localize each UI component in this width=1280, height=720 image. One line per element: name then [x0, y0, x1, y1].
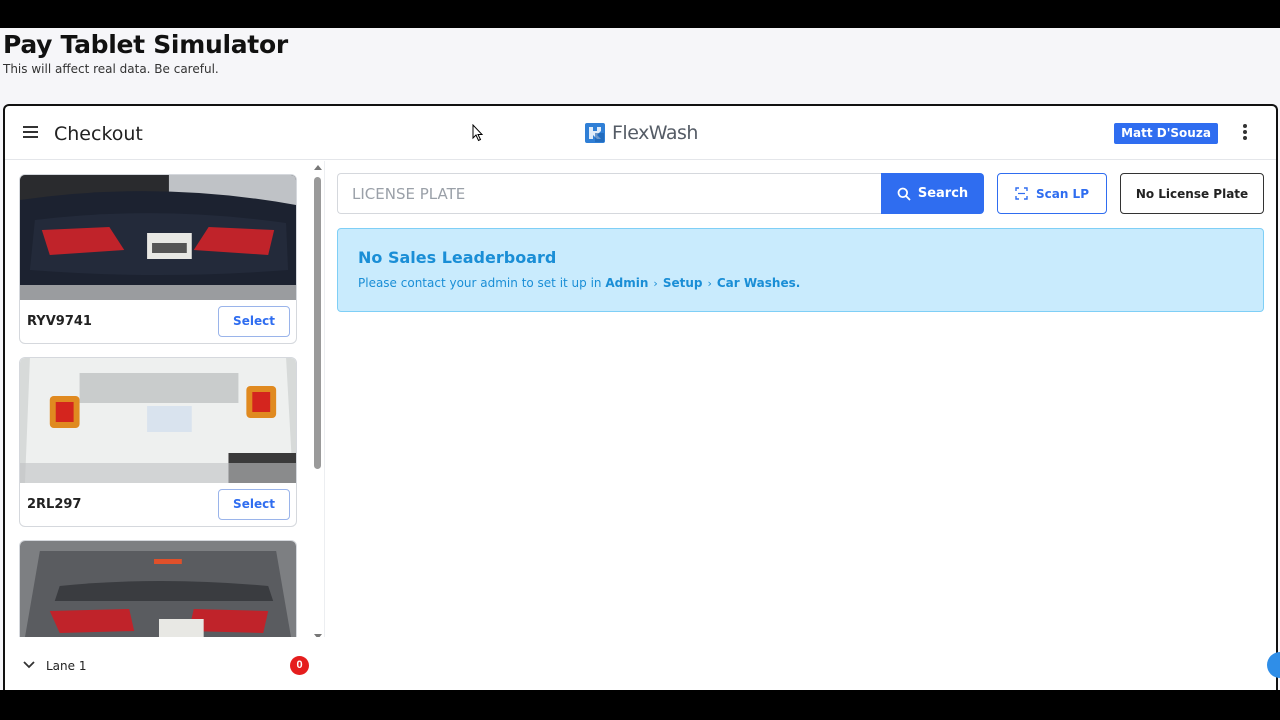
page-subtitle: This will affect real data. Be careful.	[3, 62, 219, 76]
main-panel: Search Scan LP No License Plate No Sales…	[325, 161, 1276, 690]
alert-title: No Sales Leaderboard	[358, 248, 557, 267]
select-button[interactable]: Select	[218, 489, 290, 520]
crumb-car-washes[interactable]: Car Washes.	[717, 276, 800, 290]
chevron-down-icon	[23, 661, 35, 669]
scan-lp-label: Scan LP	[1035, 186, 1089, 201]
lane-count-badge: 0	[290, 656, 309, 675]
kebab-menu-icon[interactable]	[1241, 124, 1249, 142]
top-bar: Checkout FlexWash Matt D'Souza	[5, 106, 1276, 160]
no-leaderboard-alert: No Sales Leaderboard Please contact your…	[337, 228, 1264, 312]
select-button[interactable]: Select	[218, 306, 290, 337]
scroll-up-icon[interactable]	[314, 165, 322, 170]
search-button[interactable]: Search	[881, 173, 984, 214]
scan-icon	[1015, 187, 1028, 200]
scroll-thumb[interactable]	[314, 177, 321, 469]
tablet-frame: Checkout FlexWash Matt D'Souza RYV9741 S…	[3, 104, 1278, 690]
alert-message: Please contact your admin to set it up i…	[358, 276, 606, 290]
license-plate-input[interactable]	[337, 173, 882, 214]
vehicle-photo	[20, 175, 296, 300]
vehicle-card: 2RL297 Select	[19, 357, 297, 527]
page: Pay Tablet Simulator This will affect re…	[0, 28, 1280, 690]
screen-title: Checkout	[54, 123, 143, 145]
plate-number: RYV9741	[27, 314, 92, 329]
crumb-setup[interactable]: Setup	[663, 276, 703, 290]
no-license-plate-button[interactable]: No License Plate	[1120, 173, 1264, 214]
user-button[interactable]: Matt D'Souza	[1114, 123, 1218, 144]
hamburger-icon[interactable]	[23, 126, 38, 138]
vehicle-card: RYV9741 Select	[19, 174, 297, 344]
page-title: Pay Tablet Simulator	[3, 30, 288, 59]
vehicle-photo	[20, 358, 296, 483]
crumb-admin[interactable]: Admin	[605, 276, 648, 290]
chevron-right-icon: ›	[653, 277, 658, 290]
scan-lp-button[interactable]: Scan LP	[997, 173, 1107, 214]
search-label: Search	[917, 186, 969, 201]
lane-label: Lane 1	[46, 659, 87, 673]
vehicle-queue-list: RYV9741 Select 2RL297 Select	[5, 161, 313, 637]
vehicle-queue-sidebar: RYV9741 Select 2RL297 Select Lane 1 0	[5, 161, 325, 690]
search-icon	[897, 187, 911, 201]
flexwash-logo-icon	[585, 123, 605, 143]
vehicle-card	[19, 540, 297, 637]
flexwash-logo: FlexWash	[584, 122, 698, 144]
alert-text: Please contact your admin to set it up i…	[358, 276, 800, 290]
logo-text: FlexWash	[612, 122, 698, 144]
plate-number: 2RL297	[27, 497, 82, 512]
lane-selector[interactable]: Lane 1 0	[5, 637, 325, 690]
chevron-right-icon: ›	[707, 277, 712, 290]
queue-scrollbar[interactable]	[313, 165, 322, 639]
vehicle-photo	[20, 541, 296, 637]
mouse-cursor-icon	[472, 124, 484, 142]
